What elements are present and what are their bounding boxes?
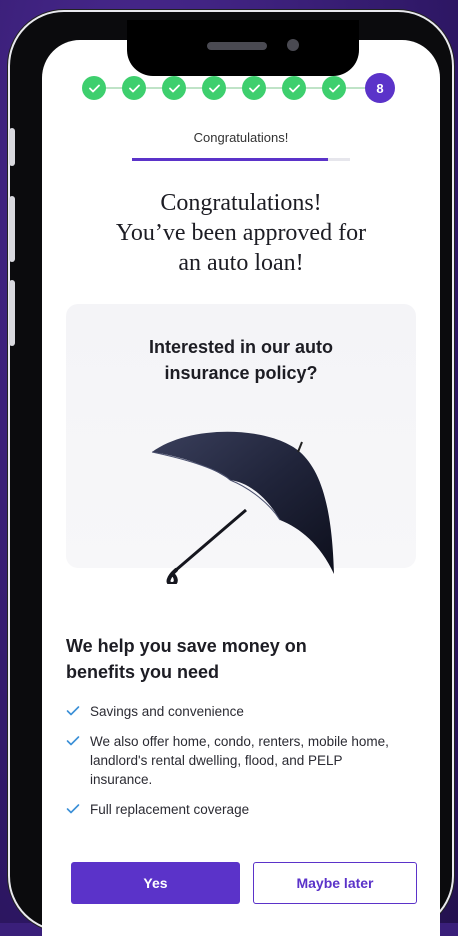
progress-bar [132, 158, 350, 161]
step-1 [82, 76, 106, 100]
check-icon [66, 736, 80, 746]
progress-label: Congratulations! [193, 130, 289, 145]
check-icon [328, 84, 340, 92]
step-3 [162, 76, 186, 100]
maybe-later-button[interactable]: Maybe later [253, 862, 417, 904]
yes-button[interactable]: Yes [71, 862, 240, 904]
page-title-line-1: Congratulations! [160, 190, 322, 216]
progress-stepper: 8 [82, 73, 400, 103]
volume-up-button [9, 196, 15, 262]
check-icon [66, 804, 80, 814]
benefits-list: Savings and convenience We also offer ho… [66, 702, 406, 830]
insurance-card-title: Interested in our auto insurance policy? [66, 334, 416, 386]
benefit-text: Savings and convenience [90, 704, 244, 719]
benefits-heading: We help you save money on benefits you n… [66, 633, 396, 685]
benefits-heading-line-2: benefits you need [66, 662, 220, 682]
check-icon [88, 84, 100, 92]
phone-frame: 8 Congratulations! Congratulations! You’… [8, 10, 454, 936]
list-item: Savings and convenience [66, 702, 406, 721]
step-6 [282, 76, 306, 100]
page-title-line-2: You’ve been approved for [115, 220, 367, 246]
check-icon [168, 84, 180, 92]
insurance-offer-card: Interested in our auto insurance policy? [66, 304, 416, 584]
app-screen: 8 Congratulations! Congratulations! You’… [42, 40, 440, 936]
list-item: We also offer home, condo, renters, mobi… [66, 732, 406, 789]
step-8-current: 8 [365, 73, 395, 103]
benefit-text: We also offer home, condo, renters, mobi… [90, 734, 389, 787]
mute-switch [9, 128, 15, 166]
benefit-text: Full replacement coverage [90, 802, 250, 817]
check-icon [66, 706, 80, 716]
umbrella-icon [151, 431, 334, 584]
step-4 [202, 76, 226, 100]
insurance-card-title-line-1: Interested in our auto [148, 337, 334, 357]
step-5 [242, 76, 266, 100]
insurance-card-title-line-2: insurance policy? [164, 363, 318, 383]
camera-icon [287, 39, 299, 51]
check-icon [128, 84, 140, 92]
check-icon [288, 84, 300, 92]
check-icon [208, 84, 220, 92]
step-2 [122, 76, 146, 100]
phone-notch [127, 20, 359, 76]
volume-down-button [9, 280, 15, 346]
progress-bar-fill [132, 158, 329, 161]
step-7 [322, 76, 346, 100]
step-number: 8 [376, 80, 384, 96]
benefits-heading-line-1: We help you save money on [66, 636, 307, 656]
page-title-line-3: an auto loan! [178, 250, 304, 276]
speaker-grille [207, 42, 267, 50]
check-icon [248, 84, 260, 92]
page-title: Congratulations! You’ve been approved fo… [62, 188, 420, 278]
list-item: Full replacement coverage [66, 800, 406, 819]
